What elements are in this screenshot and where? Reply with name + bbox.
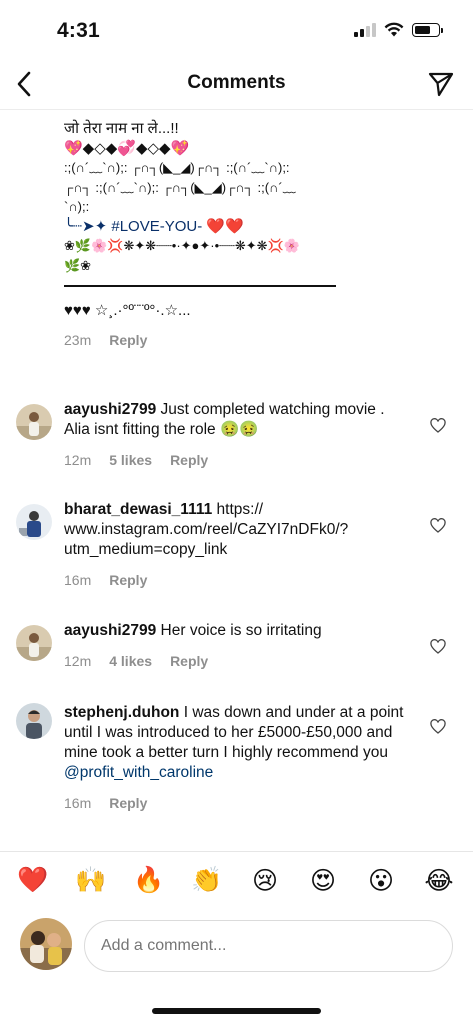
caption-divider [64,285,336,287]
likes-count[interactable]: 5 likes [109,450,152,470]
caption-hashtag-line[interactable]: ╰┈➤✦ #LOVE-YOU- ❤️❤️ [64,217,444,237]
reply-button[interactable]: Reply [109,793,147,813]
avatar[interactable] [16,404,52,440]
current-user-avatar [20,918,72,970]
heart-outline-icon [430,638,446,654]
comment-body: stephenj.duhon I was down and under at a… [64,703,412,813]
avatar[interactable] [16,504,52,540]
heart-outline-icon [430,417,446,433]
heart-outline-icon [430,517,446,533]
comment-username[interactable]: stephenj.duhon [64,704,179,721]
reply-button[interactable]: Reply [109,570,147,590]
emoji-fire-button[interactable]: 🔥 [133,862,165,898]
battery-icon [412,22,443,37]
caption-meta: 23m Reply [64,331,444,351]
caption-line: ♥♥♥ ☆¸.·°º¨¨º°·.☆... [64,302,191,319]
like-button[interactable] [429,717,447,735]
timestamp: 12m [64,653,92,669]
emoji-raised-hands-button[interactable]: 🙌 [75,862,107,898]
avatar[interactable] [16,625,52,661]
comment-username[interactable]: bharat_dewasi_1111 [64,501,212,518]
comment-body: aayushi2799 Just completed watching movi… [64,400,412,470]
home-indicator [152,1008,321,1014]
timestamp: 23m [64,331,92,348]
comment-input[interactable] [84,920,453,972]
status-time: 4:31 [57,19,100,42]
wifi-icon [384,22,404,37]
emoji-surprised-button[interactable]: 😮 [365,862,397,898]
comment-body: aayushi2799 Her voice is so irritating 1… [64,621,412,671]
share-button[interactable] [423,66,459,102]
caption-line: जो तेरा नाम ना ले...!! [64,120,179,137]
comment-composer [0,916,473,976]
comment-meta: 16m Reply [64,570,412,590]
emoji-heart-button[interactable]: ❤️ [17,862,49,898]
comment-meta: 12m 4 likes Reply [64,651,412,671]
emoji-heart-eyes-button[interactable]: 😍 [307,862,339,898]
like-button[interactable] [429,516,447,534]
emoji-crying-button[interactable]: 😢 [249,862,281,898]
like-button[interactable] [429,637,447,655]
divider [0,851,473,852]
caption-line: ┌∩┐ :;(∩´﹏`∩);: ┌∩┐(◣_◢)┌∩┐ :;(∩´﹏ [64,179,296,195]
cellular-signal-icon [354,22,376,37]
comment-username[interactable]: aayushi2799 [64,622,156,639]
emoji-clap-button[interactable]: 👏 [191,862,223,898]
comment-body: bharat_dewasi_1111 https:// www.instagra… [64,500,412,590]
emoji-bar: ❤️ 🙌 🔥 👏 😢 😍 😮 😂 [0,862,473,902]
comment-text: Her voice is so irritating [160,622,322,639]
emoji-laughing-button[interactable]: 😂 [423,862,455,898]
timestamp: 16m [64,795,92,811]
reply-button[interactable]: Reply [109,331,147,351]
caption-line: `∩);: [64,199,90,214]
comment-meta: 12m 5 likes Reply [64,450,412,470]
timestamp: 16m [64,572,92,588]
caption-line: ❀🌿🌸💢❋✦❋┈┈•·✦●✦·•┈┈❋✦❋💢🌸 [64,238,300,253]
status-bar: 4:31 [0,0,473,58]
comment-meta: 16m Reply [64,793,412,813]
comment-mention[interactable]: @profit_with_caroline [64,764,213,781]
post-caption: जो तेरा नाम ना ले...!! 💖◆◇◆💞◆◇◆💖 :;(∩´﹏`… [64,119,444,350]
heart-outline-icon [430,718,446,734]
timestamp: 12m [64,452,92,468]
comment-username[interactable]: aayushi2799 [64,401,156,418]
like-button[interactable] [429,416,447,434]
reply-button[interactable]: Reply [170,450,208,470]
paper-plane-icon [428,72,454,97]
page-title: Comments [187,72,286,93]
comments-header: Comments [0,58,473,110]
caption-line: 🌿❀ [64,257,92,273]
caption-line: 💖◆◇◆💞◆◇◆💖 [64,139,190,157]
caption-line: :;(∩´﹏`∩);: ┌∩┐(◣_◢)┌∩┐ :;(∩´﹏`∩);: [64,160,290,175]
reply-button[interactable]: Reply [170,651,208,671]
avatar[interactable] [16,703,52,739]
status-icons [354,22,443,37]
likes-count[interactable]: 4 likes [109,651,152,671]
